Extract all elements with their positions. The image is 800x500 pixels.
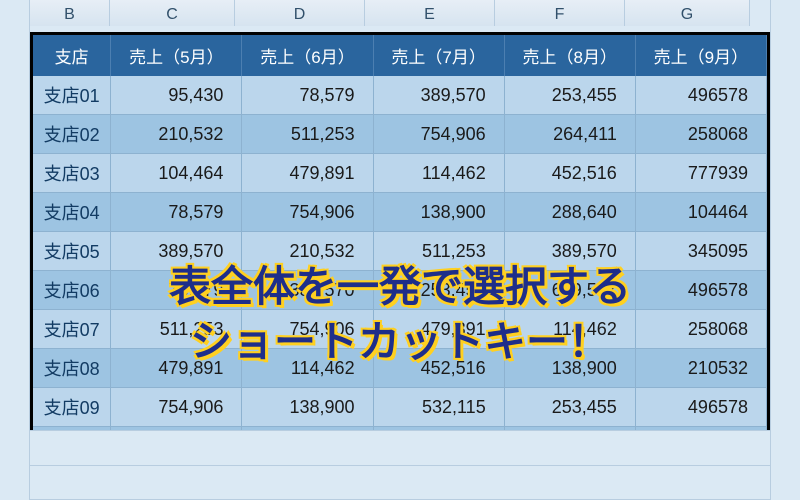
cell[interactable]: 138,900 bbox=[504, 349, 635, 388]
cell[interactable]: 754,906 bbox=[111, 388, 242, 427]
right-gutter bbox=[770, 0, 800, 500]
data-table[interactable]: 支店売上（5月）売上（6月）売上（7月）売上（8月）売上（9月） 支店0195,… bbox=[33, 35, 767, 466]
cell[interactable]: 253,455 bbox=[373, 271, 504, 310]
row-label[interactable]: 支店05 bbox=[33, 232, 111, 271]
row-gutter bbox=[0, 0, 30, 500]
cell[interactable]: 496578 bbox=[635, 388, 766, 427]
spreadsheet: BCDEFG 支店売上（5月）売上（6月）売上（7月）売上（8月）売上（9月） … bbox=[0, 0, 800, 500]
column-header[interactable]: D bbox=[235, 0, 365, 26]
cell[interactable]: 258068 bbox=[635, 310, 766, 349]
cell[interactable]: 95,430 bbox=[111, 76, 242, 115]
cell[interactable]: 78,579 bbox=[111, 193, 242, 232]
cell[interactable]: 754,906 bbox=[373, 115, 504, 154]
cell[interactable]: 104,464 bbox=[111, 154, 242, 193]
header-sales[interactable]: 売上（8月） bbox=[504, 35, 635, 76]
column-header[interactable]: E bbox=[365, 0, 495, 26]
cell[interactable]: 777939 bbox=[635, 154, 766, 193]
cell[interactable]: 511,253 bbox=[111, 310, 242, 349]
cell[interactable]: 210,532 bbox=[242, 232, 373, 271]
cell[interactable]: 479,891 bbox=[373, 310, 504, 349]
cell[interactable]: 114,462 bbox=[504, 310, 635, 349]
row-label[interactable]: 支店08 bbox=[33, 349, 111, 388]
table-row[interactable]: 支店0195,43078,579389,570253,455496578 bbox=[33, 76, 767, 115]
cell[interactable]: 609,557 bbox=[504, 271, 635, 310]
row-label[interactable]: 支店07 bbox=[33, 310, 111, 349]
table-row[interactable]: 支店02210,532511,253754,906264,411258068 bbox=[33, 115, 767, 154]
row-label[interactable]: 支店02 bbox=[33, 115, 111, 154]
cell[interactable]: 345095 bbox=[635, 232, 766, 271]
header-sales[interactable]: 売上（7月） bbox=[373, 35, 504, 76]
cell[interactable]: 210,532 bbox=[111, 115, 242, 154]
cell[interactable]: 78,579 bbox=[111, 271, 242, 310]
cell[interactable]: 104464 bbox=[635, 193, 766, 232]
selected-table-region[interactable]: 支店売上（5月）売上（6月）売上（7月）売上（8月）売上（9月） 支店0195,… bbox=[30, 32, 770, 469]
cell[interactable]: 389,570 bbox=[373, 76, 504, 115]
cell[interactable]: 496578 bbox=[635, 271, 766, 310]
cell[interactable]: 452,516 bbox=[373, 349, 504, 388]
cell[interactable]: 496578 bbox=[635, 76, 766, 115]
row-label[interactable]: 支店01 bbox=[33, 76, 111, 115]
row-label[interactable]: 支店09 bbox=[33, 388, 111, 427]
cell[interactable]: 138,900 bbox=[373, 193, 504, 232]
row-label[interactable]: 支店04 bbox=[33, 193, 111, 232]
cell[interactable]: 389,570 bbox=[111, 232, 242, 271]
cell[interactable]: 253,455 bbox=[504, 388, 635, 427]
table-row[interactable]: 支店03104,464479,891114,462452,516777939 bbox=[33, 154, 767, 193]
header-sales[interactable]: 売上（5月） bbox=[111, 35, 242, 76]
table-row[interactable]: 支店07511,253754,906479,891114,462258068 bbox=[33, 310, 767, 349]
cell[interactable]: 511,253 bbox=[242, 115, 373, 154]
header-sales[interactable]: 売上（6月） bbox=[242, 35, 373, 76]
cell[interactable]: 479,891 bbox=[242, 154, 373, 193]
column-header[interactable]: F bbox=[495, 0, 625, 26]
cell[interactable]: 754,906 bbox=[242, 310, 373, 349]
cell[interactable]: 114,462 bbox=[242, 349, 373, 388]
cell[interactable]: 389,570 bbox=[504, 232, 635, 271]
row-label[interactable]: 支店03 bbox=[33, 154, 111, 193]
cell[interactable]: 253,455 bbox=[504, 76, 635, 115]
header-sales[interactable]: 売上（9月） bbox=[635, 35, 766, 76]
cell[interactable]: 78,579 bbox=[242, 76, 373, 115]
table-row[interactable]: 支店05389,570210,532511,253389,570345095 bbox=[33, 232, 767, 271]
cell[interactable]: 138,900 bbox=[242, 388, 373, 427]
cell[interactable]: 264,411 bbox=[504, 115, 635, 154]
cell[interactable]: 288,640 bbox=[504, 193, 635, 232]
cell[interactable]: 532,115 bbox=[373, 388, 504, 427]
table-row[interactable]: 支店0478,579754,906138,900288,640104464 bbox=[33, 193, 767, 232]
cell[interactable]: 258068 bbox=[635, 115, 766, 154]
column-header[interactable]: C bbox=[110, 0, 235, 26]
empty-rows bbox=[30, 430, 770, 500]
table-row[interactable]: 支店0678,579389,570253,455609,557496578 bbox=[33, 271, 767, 310]
column-header[interactable]: B bbox=[30, 0, 110, 26]
cell[interactable]: 114,462 bbox=[373, 154, 504, 193]
table-row[interactable]: 支店09754,906138,900532,115253,455496578 bbox=[33, 388, 767, 427]
row-label[interactable]: 支店06 bbox=[33, 271, 111, 310]
cell[interactable]: 452,516 bbox=[504, 154, 635, 193]
column-header[interactable]: G bbox=[625, 0, 750, 26]
cell[interactable]: 389,570 bbox=[242, 271, 373, 310]
cell[interactable]: 511,253 bbox=[373, 232, 504, 271]
cell[interactable]: 479,891 bbox=[111, 349, 242, 388]
header-branch[interactable]: 支店 bbox=[33, 35, 111, 76]
cell[interactable]: 754,906 bbox=[242, 193, 373, 232]
table-row[interactable]: 支店08479,891114,462452,516138,900210532 bbox=[33, 349, 767, 388]
column-header-row: BCDEFG bbox=[30, 0, 800, 26]
cell[interactable]: 210532 bbox=[635, 349, 766, 388]
